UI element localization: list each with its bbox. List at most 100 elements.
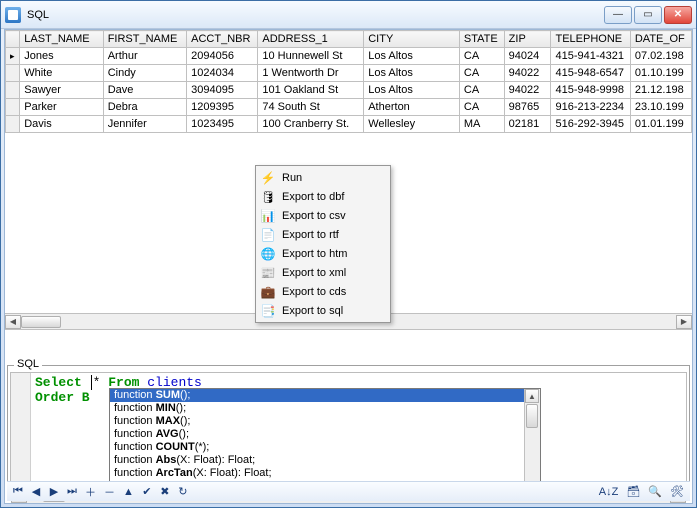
cell-state[interactable]: MA <box>459 116 504 133</box>
cell-acct-nbr[interactable]: 1023495 <box>187 116 258 133</box>
nav-prev-button[interactable]: ◀ <box>28 484 44 500</box>
scroll-thumb[interactable] <box>21 316 61 328</box>
close-button[interactable]: ✕ <box>664 6 692 24</box>
find-button[interactable]: 🔍 <box>645 484 665 500</box>
col-city[interactable]: CITY <box>364 31 460 48</box>
menu-item-export-to-htm[interactable]: 🌐Export to htm <box>258 244 388 263</box>
nav-post-button[interactable]: ✔ <box>139 484 155 500</box>
cell-address[interactable]: 1 Wentworth Dr <box>258 65 364 82</box>
cell-acct-nbr[interactable]: 2094056 <box>187 48 258 65</box>
nav-delete-button[interactable]: － <box>101 484 118 500</box>
nav-first-button[interactable]: ⏮ <box>10 484 26 500</box>
cell-city[interactable]: Los Altos <box>364 48 460 65</box>
cell-first-name[interactable]: Cindy <box>103 65 186 82</box>
col-date-of[interactable]: DATE_OF <box>630 31 691 48</box>
cell-zip[interactable]: 94022 <box>504 82 551 99</box>
autocomplete-scrollbar[interactable]: ▲ ▼ <box>524 389 540 482</box>
cell-address[interactable]: 74 South St <box>258 99 364 116</box>
cell-date[interactable]: 23.10.199 <box>630 99 691 116</box>
menu-item-export-to-dbf[interactable]: 🛢Export to dbf <box>258 187 388 206</box>
cell-zip[interactable]: 02181 <box>504 116 551 133</box>
cell-city[interactable]: Los Altos <box>364 65 460 82</box>
sort-button[interactable]: A↓Z <box>596 484 622 500</box>
cell-city[interactable]: Los Altos <box>364 82 460 99</box>
tools-button[interactable]: 🛠 <box>667 484 687 500</box>
autocomplete-item[interactable]: function Abs(X: Float): Float; <box>110 454 540 467</box>
scroll-thumb[interactable] <box>526 404 538 428</box>
menu-item-export-to-sql[interactable]: 📑Export to sql <box>258 301 388 320</box>
cell-acct-nbr[interactable]: 1024034 <box>187 65 258 82</box>
cell-date[interactable]: 01.01.199 <box>630 116 691 133</box>
nav-last-button[interactable]: ⏭ <box>64 484 80 500</box>
autocomplete-item[interactable]: function MIN(); <box>110 402 540 415</box>
cell-address[interactable]: 101 Oakland St <box>258 82 364 99</box>
menu-item-export-to-xml[interactable]: 📰Export to xml <box>258 263 388 282</box>
col-address-1[interactable]: ADDRESS_1 <box>258 31 364 48</box>
cell-last-name[interactable]: Jones <box>20 48 103 65</box>
table-row[interactable]: ParkerDebra120939574 South StAthertonCA9… <box>6 99 692 116</box>
cell-state[interactable]: CA <box>459 65 504 82</box>
menu-item-export-to-cds[interactable]: 💼Export to cds <box>258 282 388 301</box>
cell-date[interactable]: 21.12.198 <box>630 82 691 99</box>
cell-acct-nbr[interactable]: 3094095 <box>187 82 258 99</box>
autocomplete-item[interactable]: function ArcTan(X: Float): Float; <box>110 467 540 480</box>
table-row[interactable]: SawyerDave3094095101 Oakland StLos Altos… <box>6 82 692 99</box>
autocomplete-item[interactable]: function SUM(); <box>110 389 540 402</box>
menu-item-export-to-csv[interactable]: 📊Export to csv <box>258 206 388 225</box>
scroll-left-icon[interactable]: ◀ <box>5 315 21 329</box>
cell-state[interactable]: CA <box>459 99 504 116</box>
cell-last-name[interactable]: Davis <box>20 116 103 133</box>
nav-refresh-button[interactable]: ↻ <box>175 484 191 500</box>
maximize-button[interactable]: ▭ <box>634 6 662 24</box>
sql-editor[interactable]: Select * From clients Order B function S… <box>10 372 687 482</box>
minimize-button[interactable]: — <box>604 6 632 24</box>
cell-first-name[interactable]: Dave <box>103 82 186 99</box>
cell-telephone[interactable]: 516-292-3945 <box>551 116 630 133</box>
index-button[interactable]: 🗃 <box>623 484 643 500</box>
cell-city[interactable]: Atherton <box>364 99 460 116</box>
cell-acct-nbr[interactable]: 1209395 <box>187 99 258 116</box>
nav-next-button[interactable]: ▶ <box>46 484 62 500</box>
nav-add-button[interactable]: ＋ <box>82 484 99 500</box>
cell-telephone[interactable]: 415-941-4321 <box>551 48 630 65</box>
cell-address[interactable]: 100 Cranberry St. <box>258 116 364 133</box>
nav-edit-button[interactable]: ▲ <box>120 484 137 500</box>
cell-date[interactable]: 07.02.198 <box>630 48 691 65</box>
cell-state[interactable]: CA <box>459 48 504 65</box>
autocomplete-item[interactable]: function COUNT(*); <box>110 441 540 454</box>
scroll-right-icon[interactable]: ▶ <box>676 315 692 329</box>
autocomplete-item[interactable]: function MAX(); <box>110 415 540 428</box>
cell-last-name[interactable]: Sawyer <box>20 82 103 99</box>
cell-zip[interactable]: 94022 <box>504 65 551 82</box>
cell-last-name[interactable]: White <box>20 65 103 82</box>
menu-item-export-to-rtf[interactable]: 📄Export to rtf <box>258 225 388 244</box>
cell-date[interactable]: 01.10.199 <box>630 65 691 82</box>
cell-city[interactable]: Wellesley <box>364 116 460 133</box>
cell-telephone[interactable]: 916-213-2234 <box>551 99 630 116</box>
col-zip[interactable]: ZIP <box>504 31 551 48</box>
cell-first-name[interactable]: Debra <box>103 99 186 116</box>
table-row[interactable]: DavisJennifer1023495100 Cranberry St.Wel… <box>6 116 692 133</box>
col-last-name[interactable]: LAST_NAME <box>20 31 103 48</box>
cell-zip[interactable]: 94024 <box>504 48 551 65</box>
table-row[interactable]: JonesArthur209405610 Hunnewell StLos Alt… <box>6 48 692 65</box>
col-telephone[interactable]: TELEPHONE <box>551 31 630 48</box>
context-menu[interactable]: ⚡Run🛢Export to dbf📊Export to csv📄Export … <box>255 165 391 323</box>
menu-item-run[interactable]: ⚡Run <box>258 168 388 187</box>
cell-address[interactable]: 10 Hunnewell St <box>258 48 364 65</box>
cell-last-name[interactable]: Parker <box>20 99 103 116</box>
nav-cancel-button[interactable]: ✖ <box>157 484 173 500</box>
cell-telephone[interactable]: 415-948-9998 <box>551 82 630 99</box>
col-first-name[interactable]: FIRST_NAME <box>103 31 186 48</box>
cell-first-name[interactable]: Jennifer <box>103 116 186 133</box>
cell-telephone[interactable]: 415-948-6547 <box>551 65 630 82</box>
cell-state[interactable]: CA <box>459 82 504 99</box>
cell-zip[interactable]: 98765 <box>504 99 551 116</box>
col-acct-nbr[interactable]: ACCT_NBR <box>187 31 258 48</box>
autocomplete-item[interactable]: function AVG(); <box>110 428 540 441</box>
cell-first-name[interactable]: Arthur <box>103 48 186 65</box>
table-row[interactable]: WhiteCindy10240341 Wentworth DrLos Altos… <box>6 65 692 82</box>
autocomplete-popup[interactable]: function SUM();function MIN();function M… <box>109 388 541 482</box>
col-state[interactable]: STATE <box>459 31 504 48</box>
scroll-up-icon[interactable]: ▲ <box>525 389 539 403</box>
